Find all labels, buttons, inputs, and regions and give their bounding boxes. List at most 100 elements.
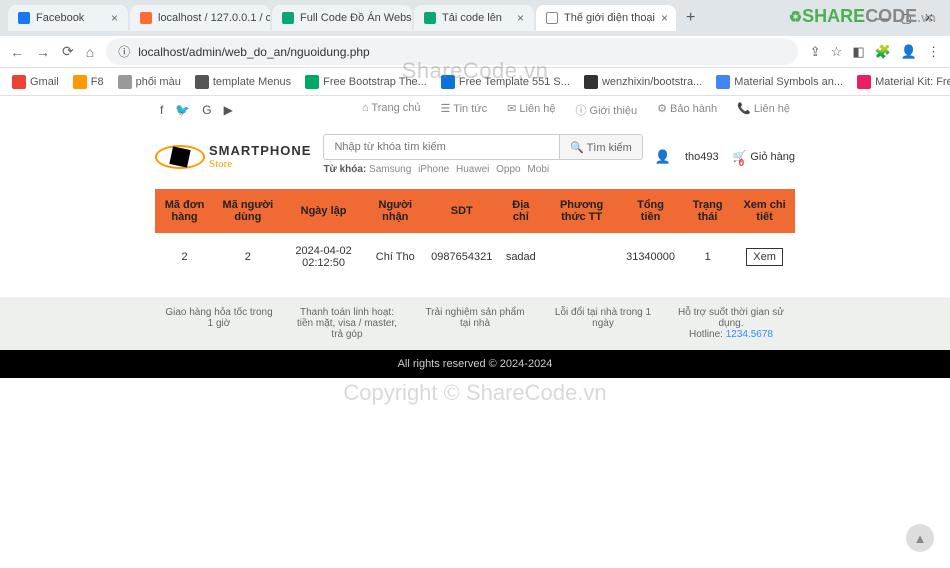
th-user-id: Mã người dùng — [214, 189, 282, 233]
bookmark-item[interactable]: Free Bootstrap The... — [305, 75, 427, 89]
localhost-icon — [140, 12, 152, 24]
google-icon[interactable]: G — [202, 103, 211, 117]
menu-icon[interactable]: ⋮ — [927, 44, 940, 60]
site-icon — [424, 12, 436, 24]
bookmark-item[interactable]: Material Symbols an... — [716, 75, 843, 89]
orders-table: Mã đơn hàng Mã người dùng Ngày lập Người… — [155, 189, 795, 281]
cell-method — [543, 233, 620, 281]
folder-icon — [118, 75, 132, 89]
scroll-top-button[interactable]: ▲ — [906, 524, 934, 552]
url-bar: ← → ⟳ ⌂ ⓘlocalhost/admin/web_do_an/nguoi… — [0, 36, 950, 68]
site-icon — [305, 75, 319, 89]
bookmark-item[interactable]: wenzhixin/bootstra... — [584, 75, 702, 89]
view-button[interactable]: Xem — [746, 248, 783, 266]
keyword-link[interactable]: iPhone — [418, 164, 449, 175]
info-icon: ⓘ — [118, 43, 130, 60]
nav-contact[interactable]: ✉ Liên hệ — [507, 102, 555, 118]
nav-warranty[interactable]: ⚙ Bảo hành — [657, 102, 717, 118]
watermark-copyright: Copyright © ShareCode.vn — [343, 380, 606, 406]
bookmark-item[interactable]: Free Template 551 S... — [441, 75, 570, 89]
youtube-icon[interactable]: ▶ — [224, 103, 233, 117]
site-icon — [584, 75, 598, 89]
profile-icon[interactable]: 👤 — [901, 44, 917, 60]
f8-icon — [73, 75, 87, 89]
cart-label: Giỏ hàng — [750, 151, 795, 163]
facebook-icon[interactable]: f — [160, 103, 163, 117]
th-status: Trạng thái — [681, 189, 734, 233]
logo-icon — [155, 145, 205, 169]
bookmark-item[interactable]: phối màu — [118, 75, 181, 89]
info-col: Thanh toán linh hoạt: tiền mặt, visa / m… — [283, 307, 411, 340]
bookmark-item[interactable]: F8 — [73, 75, 104, 89]
logo-subtext: Store — [209, 158, 311, 170]
address-bar[interactable]: ⓘlocalhost/admin/web_do_an/nguoidung.php — [106, 38, 798, 65]
keyword-link[interactable]: Samsung — [369, 164, 411, 175]
cell-order-id: 2 — [155, 233, 214, 281]
th-date: Ngày lập — [282, 189, 366, 233]
new-tab-button[interactable]: + — [678, 9, 703, 27]
search-input[interactable] — [324, 135, 559, 159]
reload-button[interactable]: ⟳ — [62, 43, 74, 60]
hotline-link[interactable]: 1234.5678 — [726, 329, 773, 340]
th-order-id: Mã đơn hàng — [155, 189, 214, 233]
footer: All rights reserved © 2024-2024 — [0, 350, 950, 378]
share-icon[interactable]: ⇪ — [810, 44, 821, 60]
cart-button[interactable]: 🛒 0 Giỏ hàng — [733, 150, 795, 163]
facebook-icon — [18, 12, 30, 24]
username[interactable]: tho493 — [685, 151, 719, 163]
info-strip: Giao hàng hỏa tốc trong 1 giờ Thanh toán… — [0, 297, 950, 350]
back-button[interactable]: ← — [10, 44, 24, 60]
keyword-link[interactable]: Huawei — [456, 164, 489, 175]
site-icon — [716, 75, 730, 89]
bookmarks-bar: Gmail F8 phối màu template Menus Free Bo… — [0, 68, 950, 96]
bookmark-item[interactable]: Material Kit: Free Bo... — [857, 75, 950, 89]
extension-icon[interactable]: ◧ — [852, 44, 864, 60]
cell-address: sadad — [498, 233, 543, 281]
home-button[interactable]: ⌂ — [86, 44, 94, 60]
logo[interactable]: SMARTPHONE Store — [155, 143, 311, 170]
bookmark-item[interactable]: Gmail — [12, 75, 59, 89]
star-icon[interactable]: ☆ — [831, 44, 843, 60]
nav-intro[interactable]: ⓘ Giới thiệu — [576, 102, 638, 118]
th-receiver: Người nhận — [365, 189, 425, 233]
bookmark-item[interactable]: template Menus — [195, 75, 291, 89]
sharecode-watermark-logo: ♻SHARECODE.vn — [789, 6, 936, 27]
cart-count: 0 — [739, 158, 745, 169]
close-icon[interactable]: × — [111, 11, 118, 25]
info-col: Hỗ trợ suốt thời gian sử dụng.Hotline: 1… — [667, 307, 795, 340]
nav-home[interactable]: ⌂ Trang chủ — [362, 102, 421, 118]
phone-icon — [546, 12, 558, 24]
keywords-row: Từ khóa: Samsung iPhone Huawei Oppo Mobi — [323, 160, 642, 179]
cell-receiver: Chí Tho — [365, 233, 425, 281]
browser-tab[interactable]: Tải code lên× — [414, 5, 534, 31]
close-icon[interactable]: × — [661, 11, 668, 25]
info-col: Lỗi đổi tại nhà trong 1 ngày — [539, 307, 667, 340]
site-icon — [857, 75, 871, 89]
twitter-icon[interactable]: 🐦 — [175, 103, 190, 117]
browser-tab[interactable]: localhost / 127.0.0.1 / chatapp× — [130, 5, 270, 31]
keyword-link[interactable]: Oppo — [496, 164, 520, 175]
close-icon[interactable]: × — [517, 11, 524, 25]
browser-tab[interactable]: Facebook× — [8, 5, 128, 31]
cell-user-id: 2 — [214, 233, 282, 281]
th-view: Xem chi tiết — [734, 189, 795, 233]
site-icon — [282, 12, 294, 24]
cell-phone: 0987654321 — [425, 233, 498, 281]
top-nav: f 🐦 G ▶ ⌂ Trang chủ ☰ Tin tức ✉ Liên hệ … — [0, 96, 950, 124]
table-row: 2 2 2024-04-02 02:12:50 Chí Tho 09876543… — [155, 233, 795, 281]
site-icon — [441, 75, 455, 89]
nav-news[interactable]: ☰ Tin tức — [441, 102, 488, 118]
search-button[interactable]: 🔍 Tìm kiếm — [559, 135, 642, 159]
gmail-icon — [12, 75, 26, 89]
forward-button[interactable]: → — [36, 44, 50, 60]
info-col: Giao hàng hỏa tốc trong 1 giờ — [155, 307, 283, 340]
browser-tab-active[interactable]: Thế giới điện thoại× — [536, 5, 676, 31]
keyword-link[interactable]: Mobi — [527, 164, 549, 175]
folder-icon — [195, 75, 209, 89]
cell-status: 1 — [681, 233, 734, 281]
th-address: Địa chỉ — [498, 189, 543, 233]
cell-total: 31340000 — [620, 233, 681, 281]
extension-icon[interactable]: 🧩 — [875, 44, 891, 60]
browser-tab[interactable]: Full Code Đồ Án Website Xem ...× — [272, 5, 412, 31]
nav-lienhe[interactable]: 📞 Liên hệ — [737, 102, 790, 118]
